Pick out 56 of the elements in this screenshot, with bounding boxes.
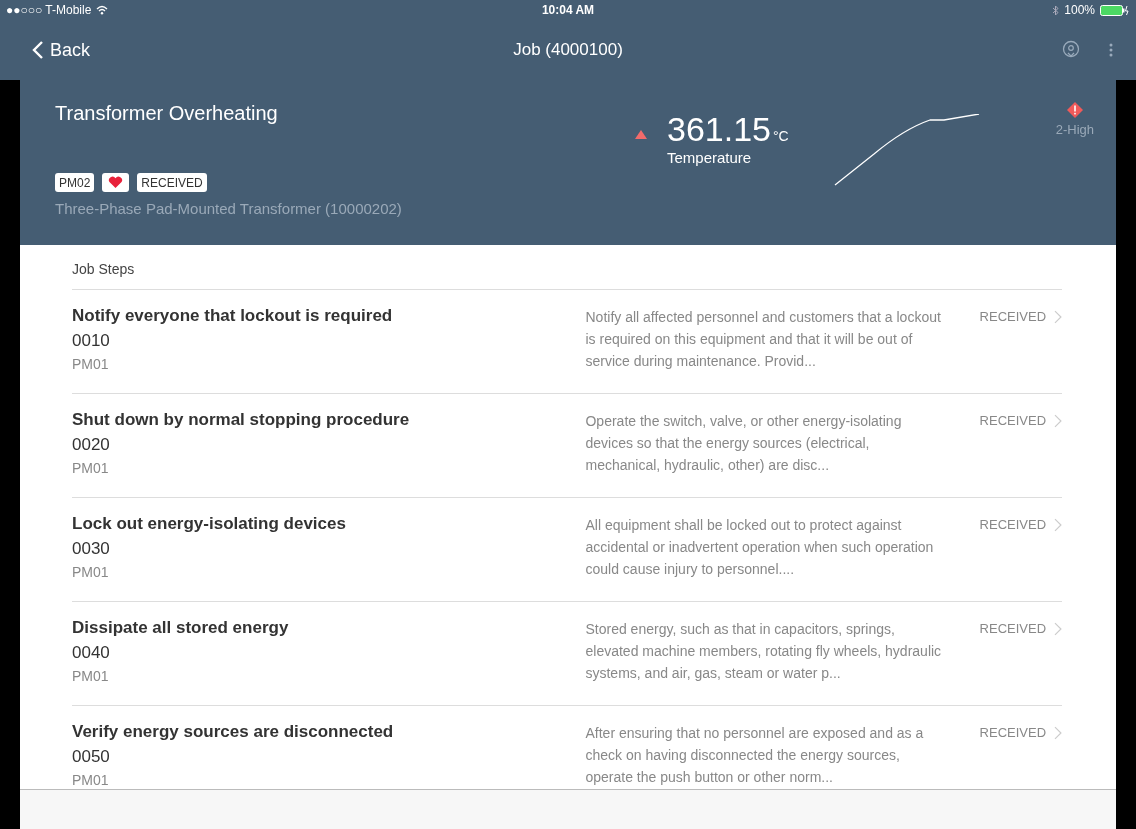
chevron-right-icon: [1054, 622, 1062, 636]
nav-title: Job (4000100): [512, 40, 624, 60]
section-title: Job Steps: [72, 245, 1062, 290]
chevron-right-icon: [1054, 518, 1062, 532]
trend-up-icon: [635, 130, 647, 139]
step-status: RECEIVED: [979, 309, 1047, 326]
step-number: 0040: [72, 643, 111, 663]
job-title: Transformer Overheating: [55, 102, 279, 125]
temperature-value: 361.15: [667, 110, 771, 148]
step-code: PM01: [72, 668, 110, 684]
step-number: 0020: [72, 435, 111, 455]
step-title: Notify everyone that lockout is required: [72, 306, 394, 326]
step-title: Lock out energy-isolating devices: [72, 514, 347, 534]
heart-icon: [108, 176, 124, 189]
tag-label: PM02: [55, 173, 95, 192]
more-icon[interactable]: [1108, 42, 1114, 58]
step-title: Shut down by normal stopping procedure: [72, 410, 411, 430]
temperature-label: Temperature: [667, 149, 753, 166]
temperature-unit: °C: [773, 128, 789, 144]
step-description: After ensuring that no personnel are exposed and as a check on having disconnected the energy sources, operate the push button or other norm...: [585, 724, 925, 787]
step-number: 0050: [72, 747, 111, 767]
battery-percent: 100%: [1064, 3, 1095, 17]
step-description: All equipment shall be locked out to protect against accidental or inadvertent operation when such operation could cause injury to personnel....: [585, 516, 935, 579]
chevron-left-icon: [32, 40, 44, 60]
equipment-name: Three-Phase Pad-Mounted Transformer (10000202): [55, 200, 403, 217]
priority-label: 2-High: [1055, 122, 1094, 137]
step-code: PM01: [72, 356, 110, 372]
step-title: Dissipate all stored energy: [72, 618, 290, 638]
chevron-right-icon: [1054, 310, 1062, 324]
back-button[interactable]: Back: [32, 39, 91, 61]
step-description: Notify all affected personnel and customers that a lockout is required on this equipment and that it will be out of service during maintenance. Provid...: [585, 308, 942, 371]
step-status: RECEIVED: [979, 413, 1047, 430]
step-status: RECEIVED: [979, 725, 1047, 742]
job-step-row[interactable]: Dissipate all stored energy 0040 PM01 Stored energy, such as that in capacitors, springs, elevated machine members, rotating fly wheels, hydraulic systems, and air, gas, steam or water p... RECEIVED: [72, 602, 1062, 706]
location-pin-icon[interactable]: [1062, 40, 1080, 60]
carrier-label: ●●○○○ T-Mobile: [6, 3, 92, 17]
chevron-right-icon: [1054, 726, 1062, 740]
tag-label: RECEIVED: [137, 173, 207, 192]
bluetooth-icon: [1052, 4, 1060, 16]
step-code: PM01: [72, 564, 110, 580]
step-status: RECEIVED: [979, 517, 1047, 534]
step-code: PM01: [72, 460, 110, 476]
wifi-icon: [96, 5, 109, 15]
step-number: 0010: [72, 331, 111, 351]
job-step-row[interactable]: Shut down by normal stopping procedure 0020 PM01 Operate the switch, valve, or other energy-isolating devices so that the energy sources (electrical, mechanical, hydraulic, other) are disc... RECEIVED: [72, 394, 1062, 498]
clock-time: 10:04 AM: [540, 3, 596, 17]
priority-diamond-icon: [1066, 102, 1083, 118]
step-status: RECEIVED: [979, 621, 1047, 638]
job-step-row[interactable]: Lock out energy-isolating devices 0030 PM01 All equipment shall be locked out to protect against accidental or inadvertent operation when such operation could cause injury to personnel.... RECEIVED: [72, 498, 1062, 602]
step-title: Verify energy sources are disconnected: [72, 722, 395, 742]
step-description: Operate the switch, valve, or other energy-isolating devices so that the energy sources (electrical, mechanical, hydraulic, other) are disc...: [585, 412, 903, 475]
step-code: PM01: [72, 772, 110, 788]
step-description: Stored energy, such as that in capacitors, springs, elevated machine members, rotating fly wheels, hydraulic systems, and air, gas, steam or water p...: [585, 620, 943, 683]
chevron-right-icon: [1054, 414, 1062, 428]
battery-icon: [1100, 4, 1130, 16]
step-number: 0030: [72, 539, 111, 559]
